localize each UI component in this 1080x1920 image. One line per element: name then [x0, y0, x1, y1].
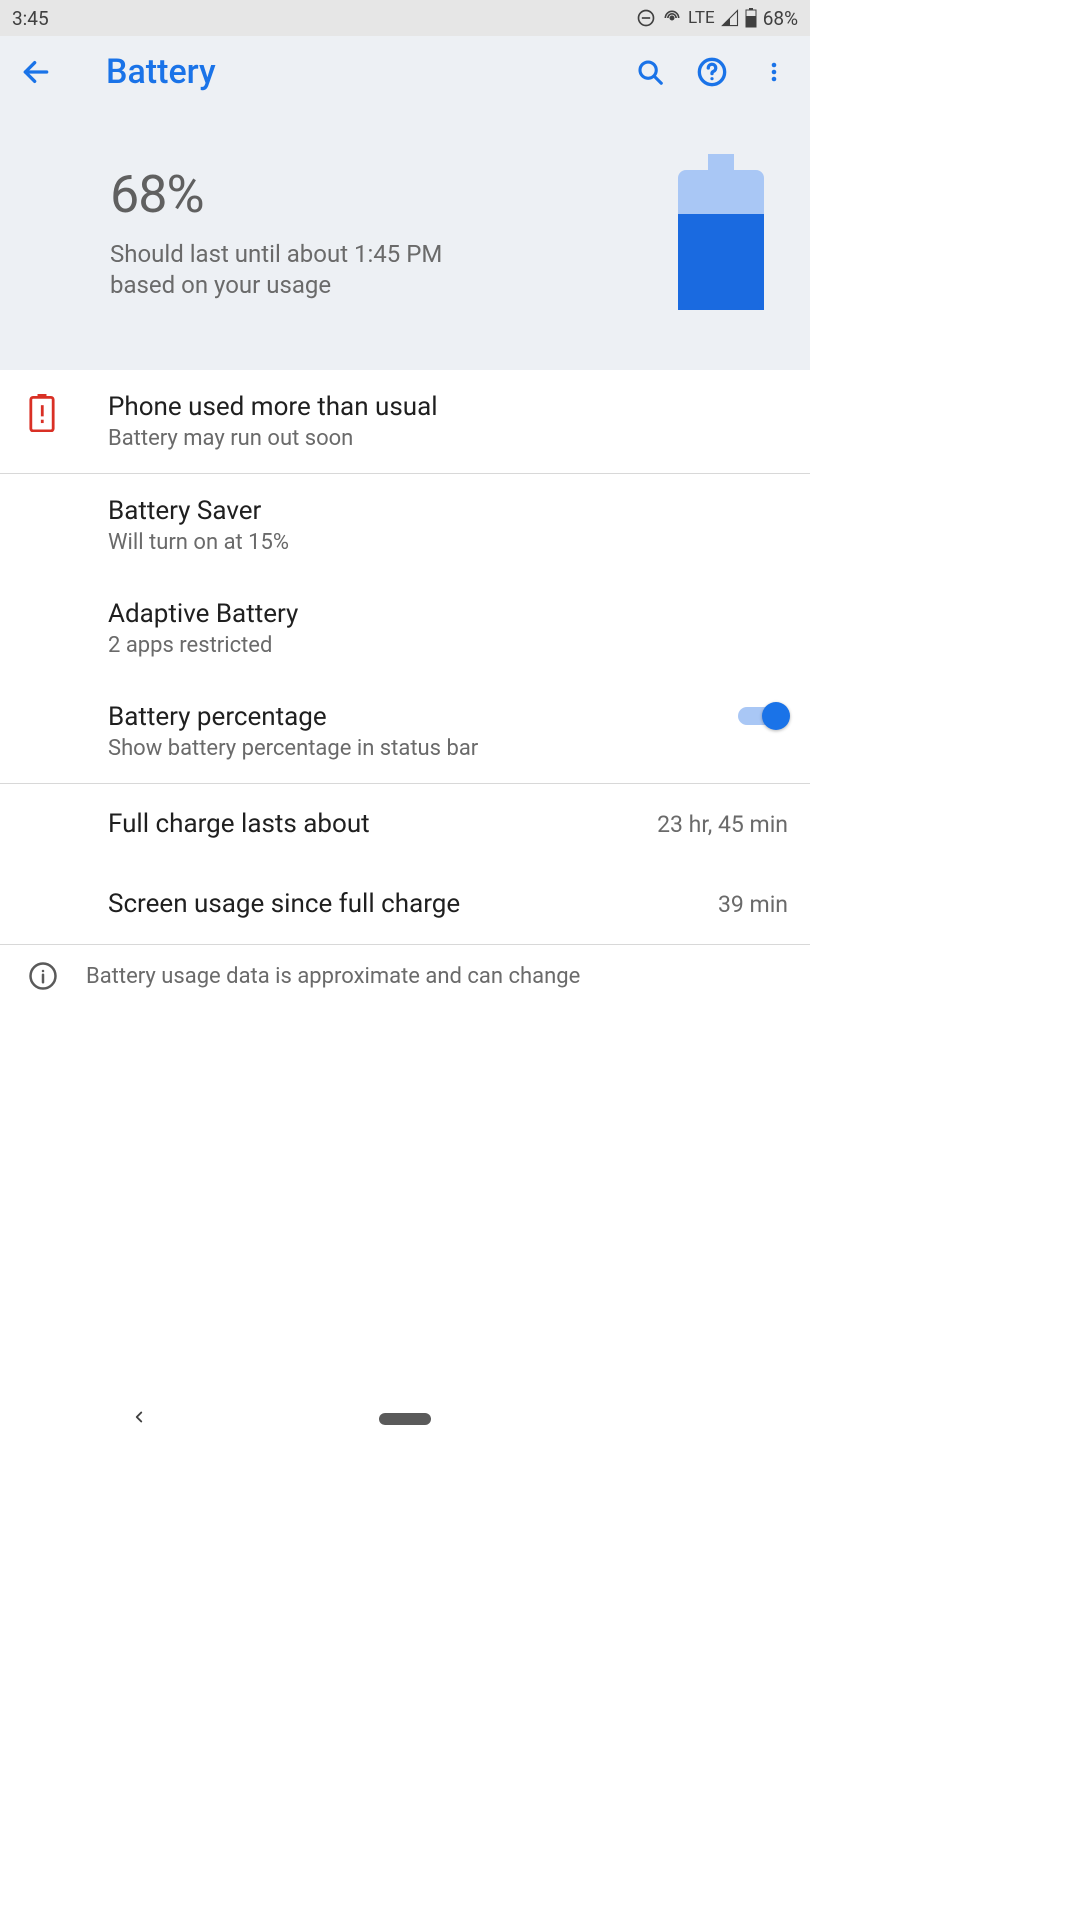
row-subtitle: Will turn on at 15% [108, 530, 788, 555]
alert-subtitle: Battery may run out soon [108, 426, 788, 451]
battery-saver-row[interactable]: Battery Saver Will turn on at 15% [0, 474, 810, 577]
nav-bar [0, 1398, 810, 1440]
battery-status-icon [745, 8, 757, 28]
row-title: Battery percentage [108, 702, 728, 732]
search-button[interactable] [628, 50, 672, 94]
do-not-disturb-icon [636, 8, 656, 28]
help-icon [696, 56, 728, 88]
help-button[interactable] [690, 50, 734, 94]
full-charge-row[interactable]: Full charge lasts about 23 hr, 45 min [0, 784, 810, 864]
alert-title: Phone used more than usual [108, 392, 788, 422]
chevron-left-icon [130, 1405, 148, 1429]
status-bar: 3:45 LTE 68% [0, 0, 810, 36]
status-right: LTE 68% [636, 7, 798, 30]
battery-percentage-toggle[interactable] [738, 702, 788, 730]
row-subtitle: 2 apps restricted [108, 633, 788, 658]
more-button[interactable] [752, 50, 796, 94]
status-battery: 68% [763, 7, 798, 30]
nav-home-pill[interactable] [379, 1413, 431, 1425]
app-header: Battery [0, 36, 810, 108]
info-icon [28, 961, 58, 991]
row-subtitle: Show battery percentage in status bar [108, 736, 728, 761]
row-title: Adaptive Battery [108, 599, 788, 629]
more-vert-icon [762, 57, 786, 87]
screen-usage-value: 39 min [718, 891, 788, 918]
status-network: LTE [688, 8, 715, 28]
back-button[interactable] [14, 50, 58, 94]
nav-back-button[interactable] [130, 1405, 148, 1433]
battery-graphic [678, 154, 764, 314]
footer-note: Battery usage data is approximate and ca… [0, 944, 810, 1001]
battery-hero: 68% Should last until about 1:45 PM base… [0, 108, 810, 370]
battery-percent: 68% [110, 164, 660, 225]
signal-icon [721, 9, 739, 27]
hotspot-icon [662, 8, 682, 28]
page-title: Battery [106, 52, 610, 92]
status-time: 3:45 [12, 7, 49, 30]
full-charge-value: 23 hr, 45 min [657, 811, 788, 838]
adaptive-battery-row[interactable]: Adaptive Battery 2 apps restricted [0, 577, 810, 680]
row-title: Battery Saver [108, 496, 788, 526]
row-title: Screen usage since full charge [108, 889, 708, 919]
battery-percentage-row[interactable]: Battery percentage Show battery percenta… [0, 680, 810, 783]
alert-row[interactable]: Phone used more than usual Battery may r… [0, 370, 810, 473]
row-title: Full charge lasts about [108, 809, 647, 839]
footer-text: Battery usage data is approximate and ca… [86, 964, 580, 989]
screen-usage-row[interactable]: Screen usage since full charge 39 min [0, 864, 810, 944]
search-icon [635, 57, 665, 87]
battery-estimate: Should last until about 1:45 PM based on… [110, 239, 490, 301]
battery-alert-icon [28, 394, 56, 432]
arrow-back-icon [20, 56, 52, 88]
